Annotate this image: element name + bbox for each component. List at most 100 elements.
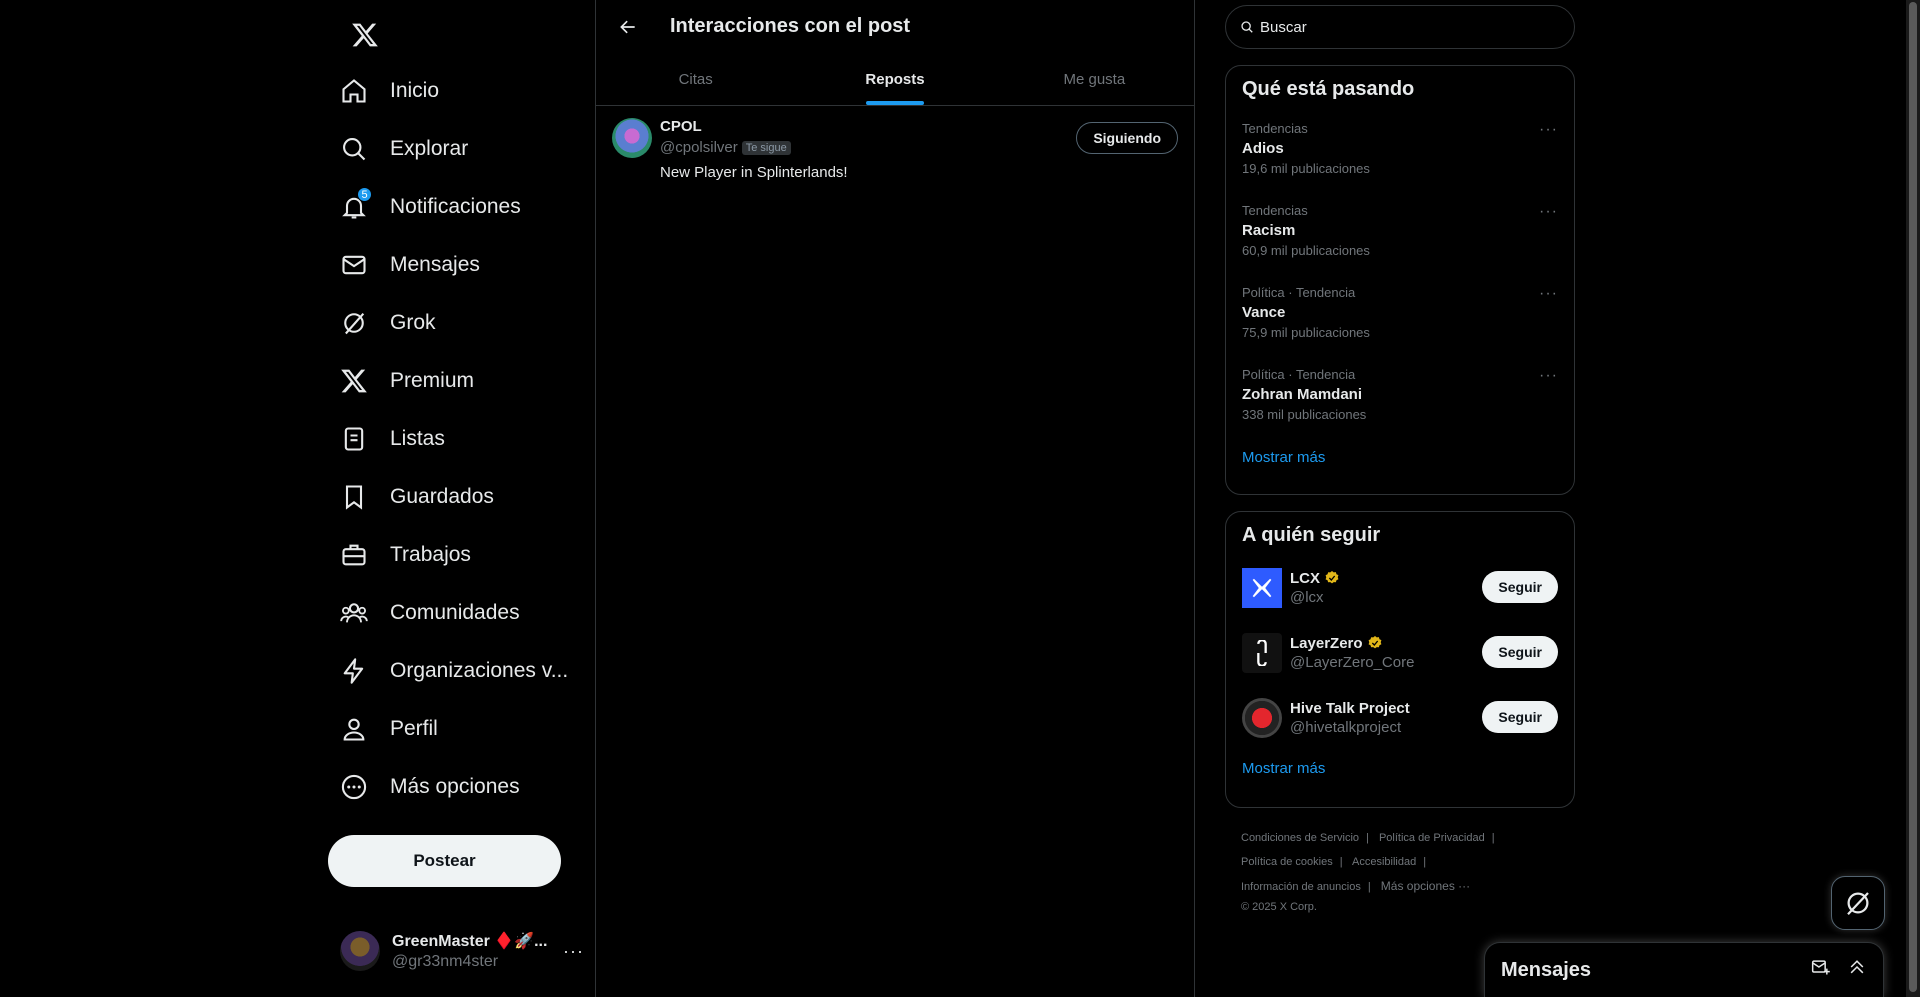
grok-icon: [340, 309, 368, 337]
main-column: Interacciones con el post Citas Reposts …: [595, 0, 1195, 997]
layerzero-logo-icon: [1242, 632, 1282, 673]
messages-drawer[interactable]: Mensajes: [1484, 942, 1884, 997]
post-button[interactable]: Postear: [328, 835, 561, 887]
trend-count: 19,6 mil publicaciones: [1242, 161, 1370, 176]
footer-link[interactable]: Accesibilidad: [1352, 856, 1416, 868]
home-icon: [340, 77, 368, 105]
follow-title: A quién seguir: [1242, 524, 1381, 546]
nav-label: Listas: [390, 427, 445, 450]
footer-link[interactable]: Política de Privacidad: [1379, 832, 1485, 844]
trends-card: Qué está pasando Tendencias Adios 19,6 m…: [1225, 65, 1575, 495]
nav-label: Organizaciones v...: [390, 659, 569, 682]
nav-explore[interactable]: Explorar: [328, 120, 594, 178]
account-handle: @gr33nm4ster: [392, 953, 499, 970]
tab-bar: Citas Reposts Me gusta: [596, 53, 1194, 106]
nav-premium[interactable]: Premium: [328, 352, 594, 410]
avatar[interactable]: [612, 118, 652, 158]
follow-name: LayerZero: [1290, 634, 1363, 652]
nav-label: Grok: [390, 311, 436, 334]
trend-count: 60,9 mil publicaciones: [1242, 243, 1370, 258]
list-icon: [340, 425, 368, 453]
search-box[interactable]: [1225, 5, 1575, 49]
tab-quotes[interactable]: Citas: [596, 53, 795, 105]
grok-icon: [1847, 892, 1869, 916]
trend-item[interactable]: Tendencias Adios 19,6 mil publicaciones …: [1226, 109, 1574, 191]
nav-home[interactable]: Inicio: [328, 62, 594, 120]
follow-item[interactable]: LayerZero @LayerZero_Core Seguir: [1226, 620, 1574, 685]
more-icon[interactable]: ···: [563, 941, 584, 962]
follow-handle: @lcx: [1290, 588, 1324, 606]
show-more-link[interactable]: Mostrar más: [1226, 437, 1574, 482]
more-icon[interactable]: ···: [1539, 203, 1558, 221]
show-more-link[interactable]: Mostrar más: [1226, 750, 1574, 793]
footer-link[interactable]: Condiciones de Servicio: [1241, 832, 1359, 844]
search-icon: [1240, 20, 1254, 34]
nav-bookmarks[interactable]: Guardados: [328, 468, 594, 526]
nav-lists[interactable]: Listas: [328, 410, 594, 468]
bookmark-icon: [340, 483, 368, 511]
footer-link[interactable]: Política de cookies: [1241, 856, 1333, 868]
nav-label: Inicio: [390, 79, 440, 102]
hive-talk-logo-icon: [1242, 697, 1282, 738]
grok-floating-button[interactable]: [1831, 876, 1885, 930]
lightning-icon: [340, 657, 368, 685]
messages-drawer-title: Mensajes: [1501, 958, 1592, 981]
footer-link[interactable]: Información de anuncios: [1241, 881, 1361, 893]
nav-messages[interactable]: Mensajes: [328, 236, 594, 294]
more-circle-icon: [340, 773, 368, 801]
search-input[interactable]: [1260, 18, 1550, 36]
more-icon[interactable]: ···: [1539, 121, 1558, 139]
people-icon: [340, 599, 368, 627]
scrollbar[interactable]: [1906, 0, 1920, 997]
trend-item[interactable]: Tendencias Racism 60,9 mil publicaciones…: [1226, 191, 1574, 273]
follow-handle: @hivetalkproject: [1290, 718, 1402, 736]
following-button[interactable]: Siguiendo: [1076, 122, 1178, 154]
nav-label: Premium: [390, 369, 475, 392]
follow-button[interactable]: Seguir: [1482, 701, 1558, 733]
trends-title: Qué está pasando: [1242, 78, 1415, 100]
user-name[interactable]: CPOL: [660, 118, 848, 135]
scrollbar-thumb[interactable]: [1909, 2, 1917, 992]
account-switcher[interactable]: GreenMaster ♦️🚀... @gr33nm4ster ···: [328, 925, 594, 977]
nav-label: Comunidades: [390, 601, 520, 624]
follow-name: LCX: [1290, 569, 1320, 587]
more-icon[interactable]: ···: [1539, 367, 1558, 385]
bell-icon: 5: [340, 187, 372, 221]
user-cell[interactable]: CPOL @cpolsilver Te sigue New Player in …: [596, 106, 1194, 196]
tab-reposts[interactable]: Reposts: [795, 53, 994, 105]
x-logo-icon[interactable]: [340, 10, 390, 60]
person-icon: [340, 715, 368, 743]
back-arrow-icon[interactable]: [610, 9, 646, 45]
nav-notifications[interactable]: 5 Notificaciones: [328, 178, 594, 236]
nav-label: Trabajos: [390, 543, 471, 566]
nav-label: Perfil: [390, 717, 438, 740]
tab-likes[interactable]: Me gusta: [995, 53, 1194, 105]
expand-up-icon[interactable]: [1847, 957, 1867, 977]
footer-link[interactable]: Más opciones ···: [1381, 879, 1470, 893]
nav-grok[interactable]: Grok: [328, 294, 594, 352]
briefcase-icon: [340, 541, 368, 569]
nav-more-options[interactable]: Más opciones: [328, 758, 594, 816]
trend-item[interactable]: Política · Tendencia Zohran Mamdani 338 …: [1226, 355, 1574, 437]
tab-label: Me gusta: [1063, 70, 1126, 88]
nav-label: Más opciones: [390, 775, 520, 798]
trend-item[interactable]: Política · Tendencia Vance 75,9 mil publ…: [1226, 273, 1574, 355]
follow-button[interactable]: Seguir: [1482, 571, 1558, 603]
nav-jobs[interactable]: Trabajos: [328, 526, 594, 584]
follow-item[interactable]: Hive Talk Project @hivetalkproject Segui…: [1226, 685, 1574, 750]
nav-organizations[interactable]: Organizaciones v...: [328, 642, 594, 700]
trend-category: Política · Tendencia: [1242, 285, 1356, 300]
lcx-logo-icon: [1242, 567, 1282, 608]
more-icon[interactable]: ···: [1539, 285, 1558, 303]
new-message-icon[interactable]: [1811, 957, 1831, 977]
tab-label: Citas: [678, 70, 713, 88]
nav-profile[interactable]: Perfil: [328, 700, 594, 758]
follow-button[interactable]: Seguir: [1482, 636, 1558, 668]
tab-label: Reposts: [865, 70, 925, 88]
follow-item[interactable]: LCX @lcx Seguir: [1226, 555, 1574, 620]
trend-category: Tendencias: [1242, 203, 1308, 218]
footer-links: Condiciones de Servicio | Política de Pri…: [1241, 826, 1571, 915]
nav-communities[interactable]: Comunidades: [328, 584, 594, 642]
nav-label: Notificaciones: [390, 195, 521, 218]
trend-count: 75,9 mil publicaciones: [1242, 325, 1370, 340]
